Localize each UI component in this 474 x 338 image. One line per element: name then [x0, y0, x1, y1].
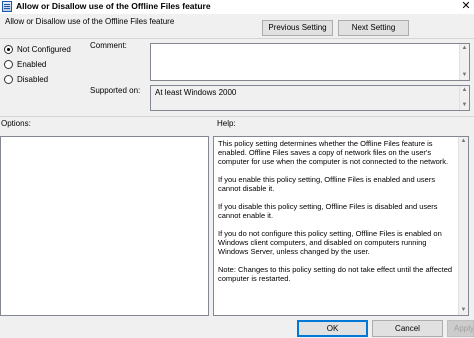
radio-label: Not Configured [17, 45, 71, 54]
supported-scrollbar[interactable]: ▲ ▼ [459, 86, 469, 110]
help-paragraph: If you enable this policy setting, Offli… [218, 175, 436, 193]
help-paragraph: This policy setting determines whether t… [218, 139, 449, 166]
supported-on-label: Supported on: [90, 86, 141, 95]
help-label: Help: [217, 119, 236, 128]
radio-button[interactable] [4, 60, 13, 69]
cancel-button[interactable]: Cancel [372, 320, 443, 337]
supported-on-field: At least Windows 2000 ▲ ▼ [150, 85, 470, 111]
radio-disabled[interactable]: Disabled [4, 74, 48, 85]
apply-button[interactable]: Apply [447, 320, 474, 337]
supported-on-value: At least Windows 2000 [155, 88, 237, 97]
window-title: Allow or Disallow use of the Offline Fil… [16, 1, 211, 11]
header-divider [0, 38, 474, 39]
radio-label: Disabled [17, 75, 49, 84]
comment-textarea[interactable]: ▲ ▼ [150, 43, 470, 81]
comment-scrollbar[interactable]: ▲ ▼ [459, 44, 469, 80]
help-paragraph: Note: Changes to this policy setting do … [218, 265, 453, 283]
help-scrollbar[interactable]: ▲ ▼ [458, 137, 468, 315]
options-panel [0, 136, 209, 316]
previous-setting-button[interactable]: Previous Setting [262, 20, 333, 36]
help-paragraph: If you do not configure this policy sett… [218, 229, 442, 256]
policy-app-icon [2, 1, 12, 12]
radio-enabled[interactable]: Enabled [4, 59, 46, 70]
help-panel: This policy setting determines whether t… [213, 136, 469, 316]
close-icon[interactable]: ✕ [460, 0, 472, 13]
radio-button[interactable] [4, 75, 13, 84]
radio-label: Enabled [17, 60, 47, 69]
scroll-down-arrow-icon[interactable]: ▼ [460, 101, 469, 110]
options-label: Options: [1, 119, 31, 128]
comment-label: Comment: [90, 41, 127, 50]
section-divider [0, 116, 474, 117]
help-text: This policy setting determines whether t… [218, 139, 454, 292]
radio-button-selected[interactable] [4, 45, 13, 54]
scroll-down-arrow-icon[interactable]: ▼ [460, 71, 469, 80]
next-setting-button[interactable]: Next Setting [338, 20, 409, 36]
scroll-up-arrow-icon[interactable]: ▲ [460, 44, 469, 53]
ok-button[interactable]: OK [297, 320, 368, 337]
scroll-up-arrow-icon[interactable]: ▲ [460, 86, 469, 95]
radio-not-configured[interactable]: Not Configured [4, 44, 71, 55]
scroll-up-arrow-icon[interactable]: ▲ [459, 137, 468, 146]
scroll-down-arrow-icon[interactable]: ▼ [459, 306, 468, 315]
title-bar: Allow or Disallow use of the Offline Fil… [0, 0, 474, 14]
help-paragraph: If you disable this policy setting, Offl… [218, 202, 438, 220]
policy-name-heading: Allow or Disallow use of the Offline Fil… [5, 17, 175, 26]
